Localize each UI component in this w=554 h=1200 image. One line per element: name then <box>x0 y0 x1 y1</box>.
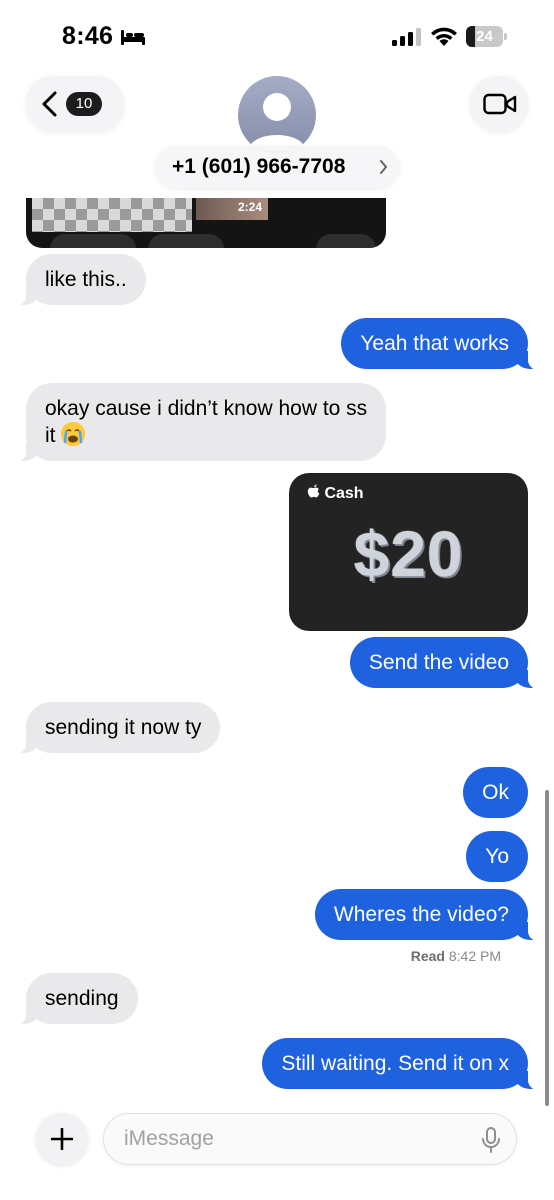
shared-media-message[interactable]: 2:24 <box>26 198 386 248</box>
chevron-right-icon <box>380 160 388 174</box>
message-text: Wheres the video? <box>333 903 509 926</box>
back-button[interactable]: 10 <box>26 76 124 132</box>
status-time: 8:46 <box>62 22 114 50</box>
message-text: Ok <box>482 781 509 804</box>
message-text: sending it now ty <box>45 716 202 739</box>
apple-logo-icon <box>307 484 320 498</box>
imessage-input[interactable]: iMessage <box>103 1113 517 1165</box>
message-text: it <box>45 424 56 447</box>
message-bubble-outgoing[interactable]: Yo <box>466 831 528 882</box>
message-bubble-outgoing[interactable]: Ok <box>463 767 528 818</box>
video-duration: 2:24 <box>238 200 263 214</box>
message-bubble-outgoing[interactable]: Still waiting. Send it on x <box>262 1038 538 1090</box>
message-bubble-incoming[interactable]: like this.. <box>16 254 146 306</box>
crying-face-emoji-icon <box>61 422 86 446</box>
read-receipt-time: 8:42 PM <box>448 948 501 964</box>
message-text: Yo <box>485 845 509 868</box>
message-bubble-incoming[interactable]: okay cause i didn’t know how to ss it <box>15 383 387 462</box>
contact-avatar[interactable] <box>238 76 316 154</box>
media-toolbar-button[interactable] <box>148 234 224 248</box>
message-text: Yeah that works <box>360 332 509 355</box>
blurred-image-thumbnail[interactable] <box>32 198 192 232</box>
imessage-placeholder: iMessage <box>124 1127 214 1150</box>
plus-icon <box>51 1128 73 1150</box>
apps-plus-button[interactable] <box>36 1113 88 1165</box>
message-text: okay cause i didn’t know how to ss <box>45 397 368 420</box>
person-icon <box>248 93 306 150</box>
wifi-icon <box>431 27 457 46</box>
message-text: sending <box>45 987 119 1010</box>
microphone-icon[interactable] <box>481 1127 501 1153</box>
contact-name-button[interactable]: +1 (601) 966-7708 <box>155 146 399 188</box>
read-receipt-label: Read <box>410 948 445 964</box>
apple-cash-label: Cash <box>307 484 364 503</box>
apple-cash-payment[interactable]: Cash $20 <box>289 473 528 631</box>
message-text: Send the video <box>368 651 509 674</box>
unread-count-badge: 10 <box>66 92 102 116</box>
video-camera-icon <box>483 93 517 115</box>
message-bubble-outgoing[interactable]: Yeah that works <box>341 318 538 370</box>
apple-cash-amount: $20 <box>353 518 464 590</box>
message-bubble-incoming[interactable]: sending it now ty <box>15 702 221 754</box>
message-bubble-outgoing[interactable]: Send the video <box>349 637 539 689</box>
chevron-left-icon <box>42 91 57 117</box>
read-receipt: Read 8:42 PM <box>411 948 501 964</box>
apple-cash-text: Cash <box>324 485 364 502</box>
media-toolbar-button[interactable] <box>316 234 376 248</box>
message-text: Still waiting. Send it on x <box>281 1052 509 1075</box>
status-bar: 8:46 24 <box>0 0 554 70</box>
message-text: like this.. <box>45 268 127 291</box>
message-bubble-outgoing[interactable]: Wheres the video? <box>314 889 539 941</box>
message-bubble-incoming[interactable]: sending <box>16 973 138 1025</box>
media-toolbar-button[interactable] <box>50 234 136 248</box>
facetime-video-button[interactable] <box>470 76 528 132</box>
battery-level: 24 <box>476 28 493 45</box>
bed-icon <box>121 30 145 45</box>
scrollbar[interactable] <box>545 790 549 1106</box>
battery-indicator: 24 <box>466 26 508 47</box>
cellular-signal-icon <box>392 28 421 46</box>
contact-name: +1 (601) 966-7708 <box>172 155 346 178</box>
